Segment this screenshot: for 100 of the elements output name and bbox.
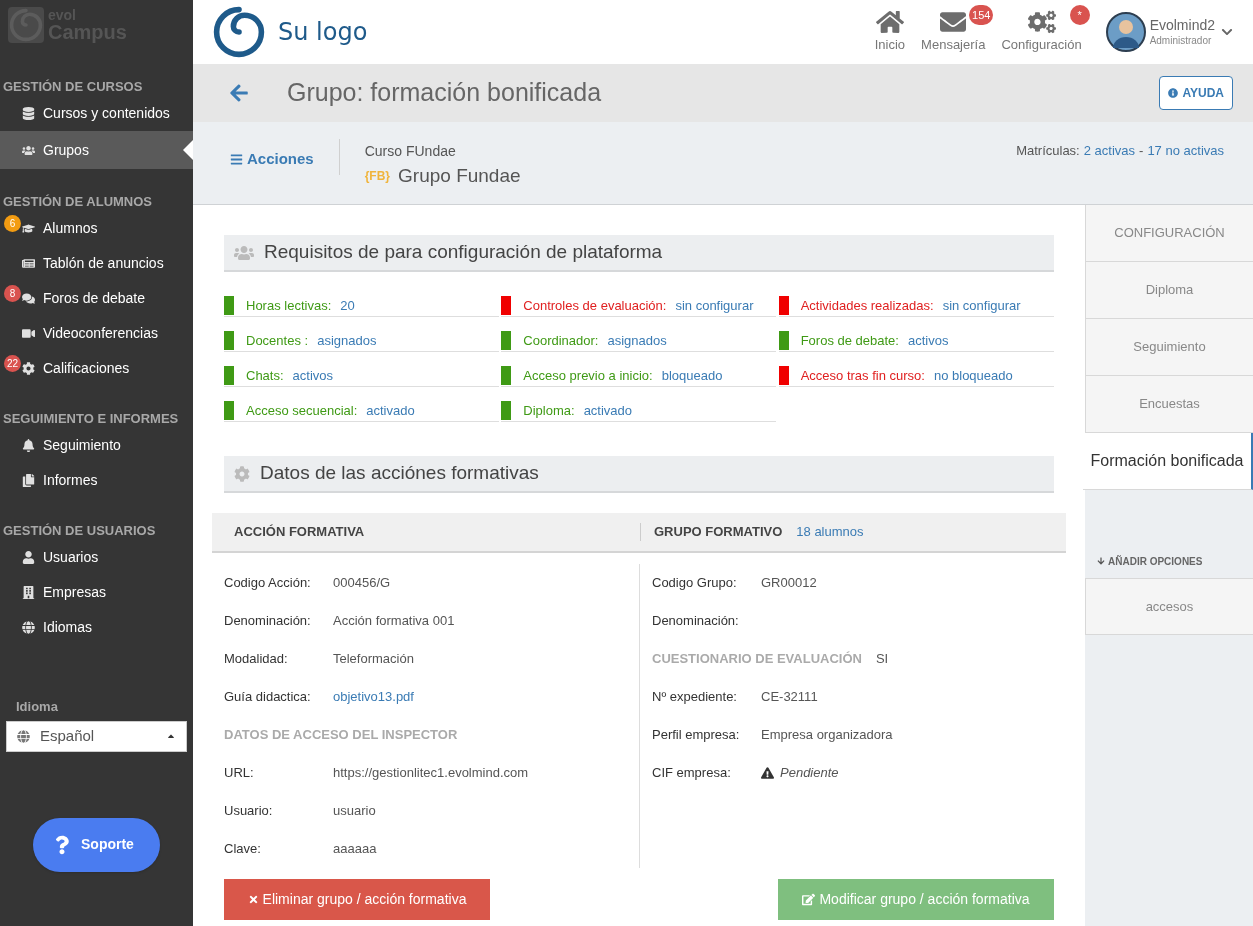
user-name: Evolmind2 [1149, 17, 1215, 35]
requirement-value: bloqueado [661, 366, 723, 385]
active-enrollments-link[interactable]: 2 activas [1083, 141, 1136, 161]
field-label: Codigo Grupo: [652, 574, 738, 593]
count-badge: 22 [4, 355, 22, 372]
logo-text: Su logo [278, 17, 368, 48]
home-icon [875, 9, 904, 36]
option-item[interactable]: accesos [1085, 578, 1253, 635]
fb-tag: {FB} [364, 167, 391, 186]
count-badge: 6 [4, 215, 21, 232]
chevron-down-icon[interactable] [1221, 26, 1233, 38]
requirement-value: 20 [340, 296, 355, 315]
requirement-label: Acceso previo a inicio: [523, 366, 653, 385]
requirement-label: Coordinador: [523, 331, 599, 350]
field-value: CE-32111 [761, 688, 818, 707]
notification-badge: 154 [969, 5, 994, 26]
requirement-value: asignados [317, 331, 377, 350]
bell-icon [22, 439, 35, 452]
column-heading: ACCIÓN FORMATIVA [234, 523, 365, 542]
close-icon [247, 894, 259, 905]
language-select[interactable]: Español [6, 720, 187, 752]
side-tab[interactable]: Encuestas [1085, 376, 1253, 433]
field-value: 000456/G [333, 574, 391, 593]
field-label: Modalidad: [224, 650, 289, 669]
side-tab[interactable]: CONFIGURACIÓN [1085, 205, 1253, 262]
field-label: Denominación: [652, 612, 740, 631]
subheading: CUESTIONARIO DE EVALUACIÓN [652, 650, 862, 669]
support-button[interactable]: Soporte [33, 817, 160, 872]
requirement-value: sin configurar [675, 296, 754, 315]
globe-icon [22, 621, 35, 634]
language-label: Idioma [15, 698, 59, 716]
requirement-value: activos [907, 331, 949, 350]
field-value: Teleformación [333, 650, 414, 669]
sidebar-section-title: SEGUIMIENTO E INFORMES [2, 409, 180, 428]
sidebar-item[interactable]: Grupos [0, 131, 193, 169]
sidebar-item[interactable]: 22 Calificaciones [0, 351, 193, 386]
subheading: DATOS DE ACCESO DEL INSPECTOR [224, 726, 458, 745]
actions-menu-button[interactable]: Acciones [230, 148, 314, 171]
sidebar-section-title: GESTIÓN DE USUARIOS [2, 521, 157, 540]
requirement-label: Actividades realizadas: [800, 296, 934, 315]
sidebar-item[interactable]: 6 Alumnos [0, 211, 193, 246]
menu-icon [230, 152, 243, 166]
avatar[interactable] [1105, 12, 1146, 52]
separator-text: - [1139, 142, 1144, 160]
arrow-down-icon [1097, 557, 1105, 565]
side-tab[interactable]: Seguimiento [1085, 319, 1253, 376]
field-value: Empresa organizadora [761, 726, 893, 745]
field-label: Perfil empresa: [652, 726, 741, 745]
field-label: Clave: [224, 840, 262, 859]
field-label: Nº expediente: [652, 688, 738, 707]
file-link[interactable]: objetivo13.pdf [333, 687, 414, 707]
side-tab[interactable]: Formación bonificada [1083, 433, 1253, 490]
sidebar-item[interactable]: Usuarios [0, 540, 193, 575]
sidebar-item[interactable]: Videoconferencias [0, 316, 193, 351]
newspaper-icon [22, 257, 35, 270]
side-tab[interactable]: Diploma [1085, 262, 1253, 319]
requirement-value: sin configurar [942, 296, 1021, 315]
video-camera-icon [22, 327, 35, 340]
column-heading: GRUPO FORMATIVO [654, 523, 783, 542]
sidebar-item[interactable]: Empresas [0, 575, 193, 610]
nav-button[interactable]: Inicio [866, 9, 914, 55]
graduation-cap-icon [22, 222, 35, 235]
user-role: Administrador [1149, 34, 1213, 47]
delete-button[interactable]: Eliminar grupo / acción formativa [224, 879, 490, 920]
building-icon [22, 586, 35, 599]
field-label: Codigo Acción: [224, 574, 312, 593]
field-value: GR00012 [761, 574, 817, 593]
globe-icon [17, 729, 30, 743]
requirement-label: Foros de debate: [800, 331, 899, 350]
group-name: Grupo Fundae [398, 164, 521, 188]
question-icon [55, 834, 69, 855]
requirement-label: Acceso secuencial: [246, 401, 358, 420]
help-button[interactable]: AYUDA [1159, 76, 1233, 110]
field-label: Usuario: [224, 802, 274, 821]
users-icon [234, 244, 254, 261]
field-value: aaaaaa [333, 840, 377, 859]
user-icon [22, 551, 35, 564]
users-icon [22, 143, 35, 157]
field-label: Guía didactica: [224, 688, 312, 707]
settings-icon [1027, 9, 1056, 36]
sidebar-item[interactable]: Informes [0, 463, 193, 498]
requirement-value: no bloqueado [933, 366, 1013, 385]
gear-icon [234, 465, 250, 482]
requirement-value: activado [366, 401, 415, 420]
edit-icon [802, 893, 816, 906]
requirement-value: asignados [607, 331, 667, 350]
options-heading: AÑADIR OPCIONES [1108, 554, 1203, 569]
sidebar-item[interactable]: Idiomas [0, 610, 193, 645]
sidebar-item[interactable]: Cursos y contenidos [0, 96, 193, 131]
sidebar-section-title: GESTIÓN DE CURSOS [2, 77, 144, 96]
sidebar-item[interactable]: Tablón de anuncios [0, 246, 193, 281]
notification-badge: * [1069, 5, 1090, 26]
field-value: https://gestionlitec1.evolmind.com [333, 764, 529, 783]
requirement-label: Chats: [246, 366, 284, 385]
field-value: SI [875, 650, 889, 669]
brand-logo-icon [8, 7, 44, 43]
sidebar-item[interactable]: Seguimiento [0, 428, 193, 463]
field-label: CIF empresa: [652, 764, 732, 783]
section-title: Requisitos de para configuración de plataforma [264, 240, 663, 265]
sidebar-item[interactable]: 8 Foros de debate [0, 281, 193, 316]
